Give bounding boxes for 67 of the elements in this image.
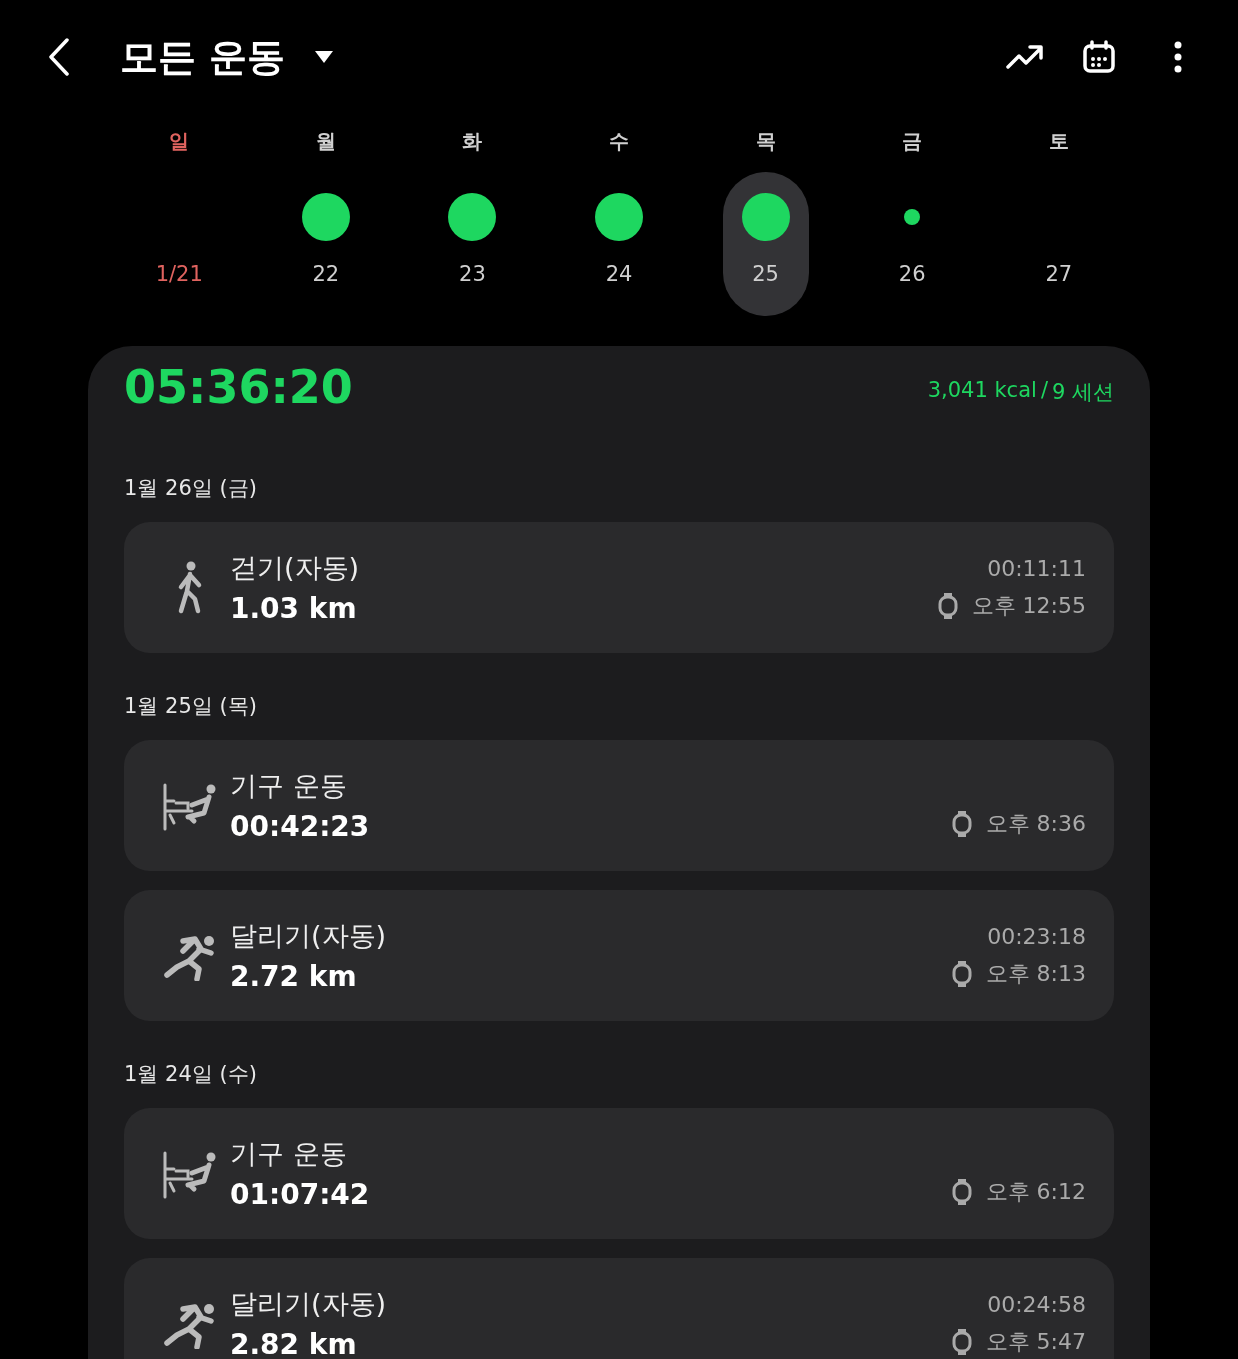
workout-time: 오후 6:12: [985, 1178, 1086, 1206]
workout-time: 오후 8:36: [985, 810, 1086, 838]
weekday-label: 금: [902, 128, 923, 155]
workout-time: 오후 5:47: [985, 1328, 1086, 1356]
activity-dot: [741, 193, 790, 241]
day-selector[interactable]: 1/21: [136, 172, 223, 316]
workout-name: 걷기(자동): [230, 551, 361, 585]
workout-name: 기구 운동: [230, 769, 348, 803]
dropdown-caret-icon[interactable]: [315, 51, 334, 63]
more-options-icon[interactable]: [1174, 41, 1182, 73]
back-icon[interactable]: [48, 38, 70, 76]
day-date: 24: [605, 262, 633, 286]
workout-value: 2.82 km: [230, 1328, 358, 1359]
weekday-label: 월: [315, 128, 336, 155]
weekday-label: 수: [609, 128, 629, 155]
activity-dot: [301, 193, 350, 241]
watch-icon: [951, 1179, 972, 1205]
total-time: 05:36:20: [124, 360, 353, 414]
workout-card[interactable]: 걷기(자동) 1.03 km 00:11:11 오후 12:55: [124, 522, 1114, 653]
screen-title[interactable]: 모든 운동: [120, 31, 286, 83]
activity-dot: [448, 193, 497, 241]
workout-name: 기구 운동: [230, 1137, 348, 1171]
watch-icon: [951, 1329, 972, 1355]
watch-icon: [951, 961, 972, 987]
workout-card[interactable]: 기구 운동 00:42:23 오후 8:36: [124, 740, 1114, 871]
workout-duration: 00:11:11: [987, 556, 1086, 581]
session-count: 9 세션: [1051, 379, 1114, 406]
stats-separator: /: [1040, 378, 1048, 404]
activity-dot: [595, 193, 643, 241]
day-selector[interactable]: 24: [576, 172, 662, 316]
calendar-icon[interactable]: [1082, 40, 1116, 74]
workout-duration: 00:24:58: [987, 1292, 1086, 1317]
workout-card[interactable]: 기구 운동 01:07:42 오후 6:12: [124, 1108, 1114, 1239]
day-selector[interactable]: 23: [429, 172, 516, 316]
day-date: 1/21: [155, 262, 203, 286]
watch-icon: [951, 811, 972, 837]
day-selector[interactable]: 25: [722, 172, 809, 316]
day-date: 27: [1045, 262, 1073, 286]
workout-card[interactable]: 달리기(자동) 2.72 km 00:23:18 오후 8:13: [124, 890, 1114, 1021]
workout-time: 오후 8:13: [985, 960, 1086, 988]
day-selector[interactable]: 22: [282, 172, 369, 316]
workout-value: 2.72 km: [230, 960, 358, 993]
weekday-label: 일: [169, 128, 190, 155]
day-date: 22: [312, 262, 340, 286]
day-selector[interactable]: 26: [869, 172, 956, 316]
section-date: 1월 25일 (목): [124, 693, 258, 720]
day-selector[interactable]: 27: [1015, 172, 1102, 316]
calories-total: 3,041 kcal: [927, 378, 1037, 404]
workout-name: 달리기(자동): [230, 1287, 388, 1321]
weekday-label: 토: [1048, 128, 1069, 155]
workout-value: 1.03 km: [230, 592, 358, 625]
workout-time: 오후 12:55: [971, 592, 1086, 620]
day-date: 23: [459, 262, 486, 286]
weekday-label: 화: [462, 128, 483, 155]
workout-card[interactable]: 달리기(자동) 2.82 km 00:24:58 오후 5:47: [124, 1258, 1114, 1359]
watch-icon: [937, 593, 958, 619]
workout-value: 01:07:42: [230, 1178, 371, 1211]
trend-icon[interactable]: [1006, 44, 1044, 70]
workout-duration: 00:23:18: [987, 924, 1086, 949]
workout-value: 00:42:23: [230, 810, 371, 843]
workout-name: 달리기(자동): [230, 919, 388, 953]
weekday-label: 목: [755, 128, 776, 155]
activity-dot: [904, 209, 921, 225]
section-date: 1월 26일 (금): [124, 475, 258, 502]
section-date: 1월 24일 (수): [124, 1061, 258, 1088]
day-date: 25: [752, 262, 779, 286]
day-date: 26: [898, 262, 926, 286]
